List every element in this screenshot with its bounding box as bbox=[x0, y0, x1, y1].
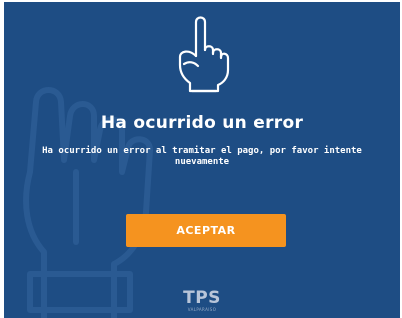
background-hand-watermark bbox=[23, 87, 153, 318]
logo-text: TPS bbox=[183, 288, 221, 308]
pointing-finger-icon bbox=[178, 16, 230, 93]
accept-button[interactable]: ACEPTAR bbox=[126, 214, 286, 247]
tps-logo: TPS VALPARAISO bbox=[170, 290, 234, 316]
error-message: Ha ocurrido un error al tramitar el pago… bbox=[42, 146, 362, 167]
logo-subtext: VALPARAISO bbox=[187, 307, 217, 312]
error-title: Ha ocurrido un error bbox=[100, 113, 304, 133]
error-dialog: Ha ocurrido un error Ha ocurrido un erro… bbox=[4, 2, 400, 318]
